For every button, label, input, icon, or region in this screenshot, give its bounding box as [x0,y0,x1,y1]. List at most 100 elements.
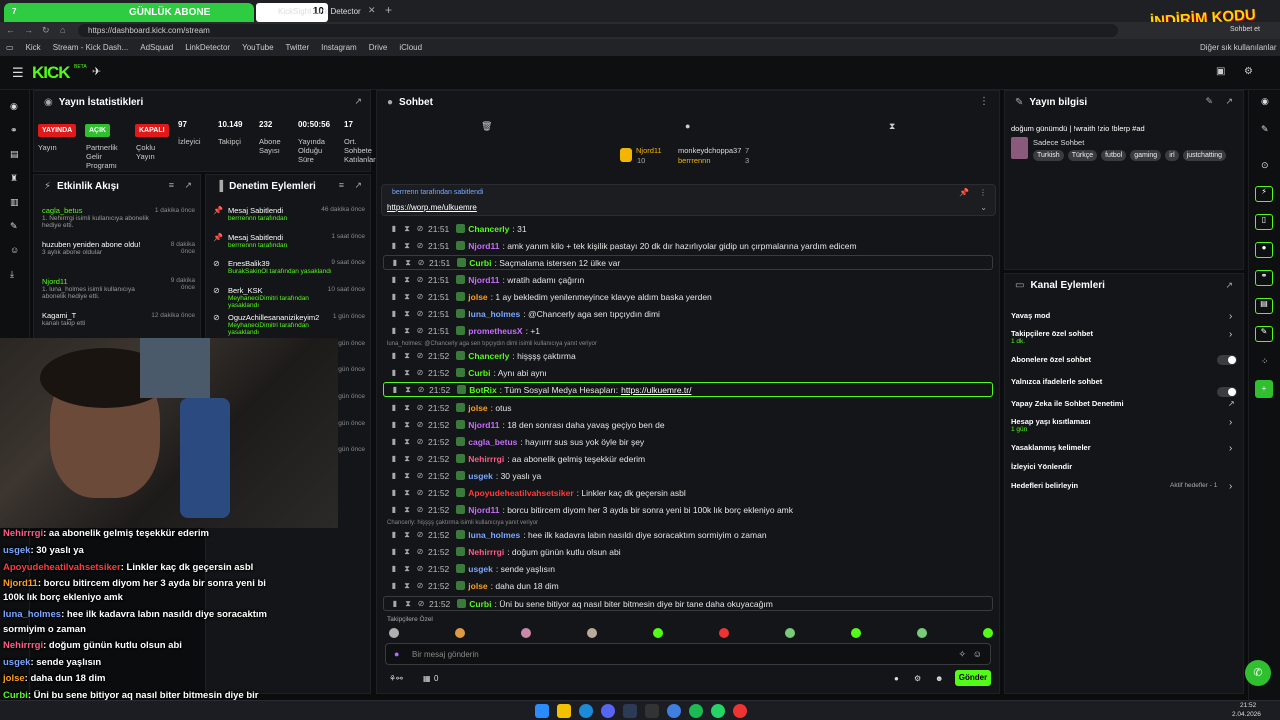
emote-icon[interactable] [521,628,531,638]
chat-message[interactable]: ▮ ⧗ ⊘ 21:52 Chancerly: hişşşş çaktırma [383,348,993,363]
bookmark-twitter[interactable]: Twitter [286,43,310,52]
ban-user-icon[interactable]: ⊘ [415,530,425,539]
chat-settings-bubble-icon[interactable]: ● [894,674,899,683]
timeout-icon[interactable]: ⧗ [402,564,412,574]
ban-user-icon[interactable]: ⊘ [416,599,426,608]
emote-icon[interactable] [719,628,729,638]
chat-message[interactable]: ▮ ⧗ ⊘ 21:52 Nehirrrgi: doğum günün kutlu ols… [383,544,993,559]
ban-user-icon[interactable]: ⊘ [415,505,425,514]
message-username[interactable]: Chancerly [468,351,509,361]
chat-message[interactable]: ▮ ⧗ ⊘ 21:52 jolse: otus [383,400,993,415]
rail-target-icon[interactable]: ⊙ [1261,160,1269,171]
timeout-icon[interactable]: ⧗ [402,454,412,464]
rail-download-icon[interactable]: ⤓ [10,262,19,286]
stream-tag[interactable]: futbol [1101,150,1127,161]
bookmark-kick[interactable]: Kick [26,43,41,52]
gift-icon[interactable]: ⚘⚯ [389,674,403,683]
delete-message-icon[interactable]: ▮ [389,437,399,446]
message-username[interactable]: jolse [468,403,487,413]
message-username[interactable]: jolse [468,581,487,591]
rail-users-icon[interactable]: ☺ [10,238,19,262]
obs-icon[interactable] [733,704,747,718]
message-username[interactable]: cagla_betus [468,437,517,447]
message-username[interactable]: Nehirrrgi [468,547,504,557]
emote-icon[interactable] [389,628,399,638]
timeout-icon[interactable]: ⧗ [402,403,412,413]
delete-message-icon[interactable]: ▮ [390,599,400,608]
ban-user-icon[interactable]: ⊘ [415,403,425,412]
channel-action-item[interactable]: Yasaklanmış kelimeler [1011,443,1091,452]
bookmark-youtube[interactable]: YouTube [242,43,273,52]
message-username[interactable]: Njord11 [468,420,499,430]
chat-message[interactable]: ▮ ⧗ ⊘ 21:52 Nehirrrgi: aa abonelik gelmiş te… [383,451,993,466]
delete-message-icon[interactable]: ▮ [389,403,399,412]
chat-message[interactable]: ▮ ⧗ ⊘ 21:52 BotRix: Tüm Sosyal Medya Hesapla… [383,382,993,397]
rail-book-icon[interactable]: ▥ [10,190,19,214]
mic-icon[interactable]: ● [394,649,399,659]
timeout-icon[interactable]: ⧗ [403,599,413,609]
chat-message[interactable]: ▮ ⧗ ⊘ 21:51 Njord11: wratih adamı çağırın [383,272,993,287]
pinned-more-icon[interactable]: ⋮ [979,188,987,197]
timeout-icon[interactable]: ⧗ [402,420,412,430]
message-username[interactable]: Apoyudeheatilvahsetsiker [468,488,573,498]
channel-action-item[interactable]: Yapay Zeka ile Sohbet Denetimi [1011,399,1124,408]
message-link[interactable]: https://ulkuemre.tr/ [621,385,691,395]
discord-icon[interactable] [601,704,615,718]
kick-logo[interactable]: KICK [32,63,71,83]
chat-message[interactable]: ▮ ⧗ ⊘ 21:51 Chancerly: 31 [383,221,993,236]
chat-settings-icon[interactable]: ⚙ [914,674,921,683]
delete-message-icon[interactable]: ▮ [389,368,399,377]
tab-second[interactable]: KickSight Link Detector [270,3,375,22]
rail-dots-icon[interactable]: ⁘ [1261,356,1269,367]
bookmark-icloud[interactable]: iCloud [399,43,422,52]
message-username[interactable]: Njord11 [468,241,499,251]
chevron-right-icon[interactable]: › [1229,443,1232,454]
popout-icon[interactable]: ↗ [354,96,362,107]
unpin-icon[interactable]: 📌 [959,188,969,197]
delete-message-icon[interactable]: ▮ [389,564,399,573]
delete-message-icon[interactable]: ▮ [389,530,399,539]
channel-action-item[interactable]: Hedefleri belirleyin [1011,481,1078,490]
message-username[interactable]: Curbi [469,258,491,268]
ban-user-icon[interactable]: ⊘ [415,454,425,463]
chat-message[interactable]: ▮ ⧗ ⊘ 21:52 luna_holmes: hee ilk kadavra lab… [383,527,993,542]
points-icon[interactable]: ▦ [423,674,431,683]
steam-icon[interactable] [623,704,637,718]
chat-more-icon[interactable]: ⋮ [979,96,989,107]
delete-message-icon[interactable]: ▮ [389,488,399,497]
timeout-icon[interactable]: ⧗ [403,258,413,268]
rail-trophy-icon[interactable]: ♜ [10,166,19,190]
timeout-icon[interactable]: ⧗ [402,368,412,378]
edge-icon[interactable] [579,704,593,718]
tab-active[interactable]: 7 GÜNLÜK ABONE [4,3,254,22]
message-username[interactable]: usgek [468,564,493,574]
close-tab-icon[interactable]: ✕ [368,5,376,16]
ban-user-icon[interactable]: ⊘ [415,368,425,377]
chat-users-icon[interactable]: ☻ [935,674,943,683]
delete-message-icon[interactable]: ▮ [389,351,399,360]
timeout-icon[interactable]: ⧗ [402,292,412,302]
rail-stats-icon[interactable]: ◉ [1261,96,1269,107]
home-icon[interactable]: ⌂ [60,25,65,35]
delete-message-icon[interactable]: ▮ [389,309,399,318]
actions-popout-icon[interactable]: ↗ [1225,280,1233,291]
bookmark-linkdetector[interactable]: LinkDetector [185,43,230,52]
spotify-icon[interactable] [689,704,703,718]
chat-message[interactable]: ▮ ⧗ ⊘ 21:52 Njord11: borcu bitircem diyom he… [383,502,993,517]
chat-message[interactable]: ▮ ⧗ ⊘ 21:51 prometheusX: +1 [383,323,993,338]
message-username[interactable]: usgek [468,471,493,481]
channel-action-item[interactable]: Takipçilere özel sohbet 1 dk. [1011,329,1093,345]
timeout-icon[interactable]: ⧗ [402,241,412,251]
timeout-icon[interactable]: ⧗ [402,224,412,234]
chevron-right-icon[interactable]: › [1229,329,1232,340]
toggle-switch[interactable] [1217,355,1237,365]
chat-message[interactable]: ▮ ⧗ ⊘ 21:51 Curbi: Saçmalama istersen 12 ülk… [383,255,993,270]
chat-message[interactable]: ▮ ⧗ ⊘ 21:51 luna_holmes: @Chancerly aga sen … [383,306,993,321]
chat-profile-action[interactable]: Sohbet et [1230,26,1260,33]
ban-user-icon[interactable]: ⊘ [416,258,426,267]
pin-icon[interactable]: ✈ [92,65,101,78]
events-popout-icon[interactable]: ↗ [184,180,192,191]
delete-message-icon[interactable]: ▮ [389,547,399,556]
filter-icon[interactable]: ≡ [169,180,174,190]
rail-stream-icon[interactable]: ◉ [10,94,19,118]
